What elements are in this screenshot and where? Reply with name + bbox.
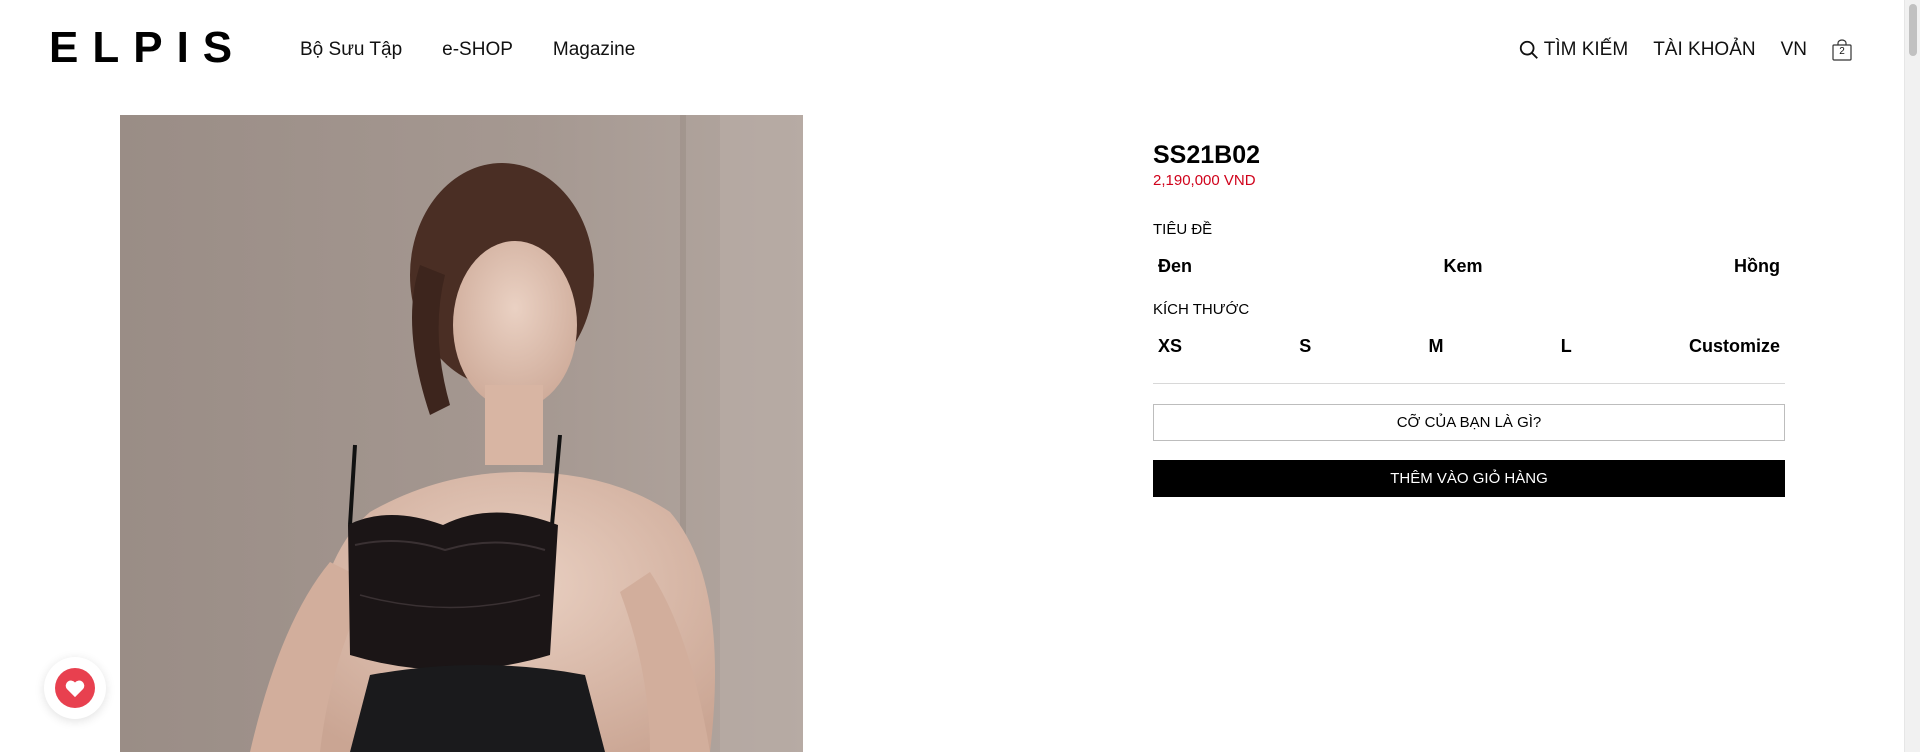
nav-item-collection[interactable]: Bộ Sưu Tập [300, 38, 402, 62]
add-to-cart-button[interactable]: THÊM VÀO GIỎ HÀNG [1153, 460, 1785, 497]
divider [1153, 383, 1785, 384]
account-link[interactable]: TÀI KHOẢN [1653, 38, 1755, 62]
size-label: KÍCH THƯỚC [1153, 301, 1250, 318]
size-option-customize[interactable]: Customize [1689, 335, 1780, 357]
main-nav: Bộ Sưu Tập e-SHOP Magazine [300, 38, 635, 62]
elpis-logo[interactable]: ELPIS [49, 26, 246, 70]
nav-item-eshop[interactable]: e-SHOP [442, 38, 513, 62]
page-scrollbar[interactable] [1904, 0, 1920, 752]
heart-icon [65, 680, 85, 698]
scrollbar-thumb[interactable] [1909, 4, 1917, 56]
cart-button[interactable]: 2 [1832, 39, 1852, 61]
size-option-s[interactable]: S [1299, 335, 1311, 357]
site-header: ELPIS Bộ Sưu Tập e-SHOP Magazine TÌM KIẾ… [0, 0, 1904, 100]
product-image[interactable] [120, 115, 803, 752]
color-options: Đen Kem Hồng [1153, 255, 1785, 277]
size-option-xs[interactable]: XS [1158, 335, 1182, 357]
color-label: TIÊU ĐỀ [1153, 221, 1213, 238]
size-options: XS S M L Customize [1153, 335, 1785, 357]
shopping-bag-icon: 2 [1832, 39, 1852, 61]
product-price: 2,190,000 VND [1153, 172, 1256, 189]
wishlist-button[interactable] [44, 657, 106, 719]
color-option-cream[interactable]: Kem [1444, 255, 1483, 277]
nav-item-magazine[interactable]: Magazine [553, 38, 635, 62]
color-option-pink[interactable]: Hồng [1734, 255, 1780, 277]
cart-count: 2 [1839, 46, 1845, 57]
size-option-l[interactable]: L [1561, 335, 1572, 357]
search-label: TÌM KIẾM [1543, 39, 1629, 60]
color-option-black[interactable]: Đen [1158, 255, 1192, 277]
language-switch[interactable]: VN [1781, 38, 1807, 62]
header-utilities: TÌM KIẾM TÀI KHOẢN VN 2 [1518, 38, 1852, 62]
size-option-m[interactable]: M [1429, 335, 1444, 357]
product-sku: SS21B02 [1153, 141, 1261, 169]
size-guide-button[interactable]: CỠ CỦA BẠN LÀ GÌ? [1153, 404, 1785, 441]
search-button[interactable]: TÌM KIẾM [1518, 38, 1628, 62]
wishlist-badge [55, 668, 95, 708]
search-icon [1519, 40, 1538, 59]
product-details: SS21B02 2,190,000 VND TIÊU ĐỀ Đen Kem Hồ… [1153, 140, 1785, 497]
